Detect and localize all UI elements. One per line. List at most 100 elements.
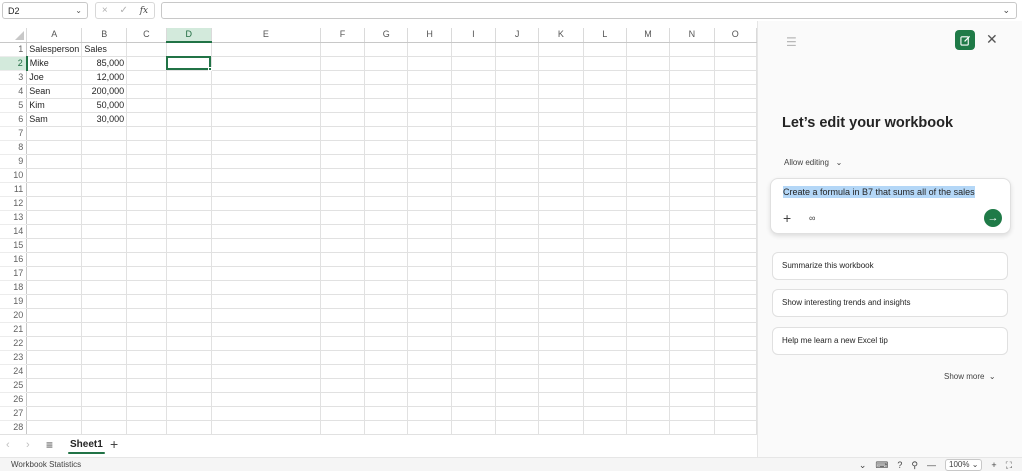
cell-d28[interactable] (166, 420, 212, 434)
column-header-l[interactable]: L (583, 28, 627, 43)
cell-a17[interactable] (26, 266, 83, 281)
column-header-b[interactable]: B (81, 28, 128, 43)
cell-d21[interactable] (166, 322, 212, 337)
cell-m3[interactable] (626, 70, 671, 85)
row-header-11[interactable]: 11 (0, 182, 28, 197)
cell-o11[interactable] (714, 182, 757, 197)
cell-o18[interactable] (714, 280, 757, 295)
cell-c13[interactable] (126, 210, 167, 225)
cell-m25[interactable] (626, 378, 671, 393)
cell-e3[interactable] (211, 70, 321, 85)
cell-k20[interactable] (538, 308, 584, 323)
cell-k10[interactable] (538, 168, 584, 183)
cell-a7[interactable] (26, 126, 83, 141)
cell-o25[interactable] (714, 378, 757, 393)
previous-sheet-icon[interactable]: ‹ (6, 439, 10, 451)
cell-j16[interactable] (495, 252, 540, 267)
cell-o1[interactable] (714, 42, 757, 57)
cell-n1[interactable] (669, 42, 715, 57)
allow-editing-dropdown[interactable]: Allow editing ⌄ (784, 158, 842, 167)
tab-sheet1[interactable]: Sheet1 (66, 438, 107, 455)
cell-k4[interactable] (538, 84, 584, 99)
cell-e1[interactable] (211, 42, 321, 57)
cell-c23[interactable] (126, 350, 167, 365)
cell-n12[interactable] (669, 196, 715, 211)
all-sheets-menu-icon[interactable]: ≡ (46, 438, 53, 452)
cell-f12[interactable] (320, 196, 366, 211)
cell-n11[interactable] (669, 182, 715, 197)
cell-b7[interactable] (81, 126, 128, 141)
cell-h24[interactable] (407, 364, 452, 379)
cell-l10[interactable] (583, 168, 627, 183)
cell-e2[interactable] (211, 56, 321, 71)
cell-e16[interactable] (211, 252, 321, 267)
cell-a27[interactable] (26, 406, 83, 421)
cell-h21[interactable] (407, 322, 452, 337)
cell-j3[interactable] (495, 70, 540, 85)
cell-m8[interactable] (626, 140, 671, 155)
cell-h25[interactable] (407, 378, 452, 393)
row-header-20[interactable]: 20 (0, 308, 28, 323)
cell-c9[interactable] (126, 154, 167, 169)
cell-l1[interactable] (583, 42, 627, 57)
cell-h11[interactable] (407, 182, 452, 197)
cell-f18[interactable] (320, 280, 366, 295)
cell-g26[interactable] (364, 392, 409, 407)
cell-d26[interactable] (166, 392, 212, 407)
cell-f28[interactable] (320, 420, 366, 434)
cell-a16[interactable] (26, 252, 83, 267)
cell-i8[interactable] (451, 140, 496, 155)
cell-j23[interactable] (495, 350, 540, 365)
cell-k16[interactable] (538, 252, 584, 267)
row-header-6[interactable]: 6 (0, 112, 28, 127)
cell-m16[interactable] (626, 252, 671, 267)
cell-d7[interactable] (166, 126, 212, 141)
cell-h3[interactable] (407, 70, 452, 85)
row-header-15[interactable]: 15 (0, 238, 28, 253)
cell-a1[interactable]: Salesperson (26, 42, 83, 57)
cell-f7[interactable] (320, 126, 366, 141)
cell-h26[interactable] (407, 392, 452, 407)
cell-c1[interactable] (126, 42, 167, 57)
cell-k8[interactable] (538, 140, 584, 155)
cell-g5[interactable] (364, 98, 409, 113)
cell-e27[interactable] (211, 406, 321, 421)
cell-i1[interactable] (451, 42, 496, 57)
cell-a13[interactable] (26, 210, 83, 225)
cell-f2[interactable] (320, 56, 366, 71)
cell-j24[interactable] (495, 364, 540, 379)
cell-l8[interactable] (583, 140, 627, 155)
cell-d1[interactable] (166, 42, 212, 57)
select-all-corner[interactable] (0, 28, 28, 43)
column-header-m[interactable]: M (626, 28, 671, 43)
suggestion-summarize[interactable]: Summarize this workbook (772, 252, 1008, 280)
cell-d6[interactable] (166, 112, 212, 127)
keyboard-icon[interactable]: ⌨ (875, 460, 888, 471)
zoom-level[interactable]: 100% ⌄ (945, 459, 983, 471)
cell-h18[interactable] (407, 280, 452, 295)
cell-g22[interactable] (364, 336, 409, 351)
cell-b15[interactable] (81, 238, 128, 253)
cell-d23[interactable] (166, 350, 212, 365)
row-header-21[interactable]: 21 (0, 322, 28, 337)
row-header-28[interactable]: 28 (0, 420, 28, 434)
cell-g21[interactable] (364, 322, 409, 337)
cell-c20[interactable] (126, 308, 167, 323)
cell-n18[interactable] (669, 280, 715, 295)
cell-k19[interactable] (538, 294, 584, 309)
cell-h1[interactable] (407, 42, 452, 57)
cell-o8[interactable] (714, 140, 757, 155)
cell-n5[interactable] (669, 98, 715, 113)
cell-k11[interactable] (538, 182, 584, 197)
cell-d19[interactable] (166, 294, 212, 309)
cell-d10[interactable] (166, 168, 212, 183)
row-header-8[interactable]: 8 (0, 140, 28, 155)
cell-k14[interactable] (538, 224, 584, 239)
cell-o6[interactable] (714, 112, 757, 127)
cell-g16[interactable] (364, 252, 409, 267)
cell-b22[interactable] (81, 336, 128, 351)
cell-l26[interactable] (583, 392, 627, 407)
cell-f4[interactable] (320, 84, 366, 99)
cell-i28[interactable] (451, 420, 496, 434)
cell-k17[interactable] (538, 266, 584, 281)
